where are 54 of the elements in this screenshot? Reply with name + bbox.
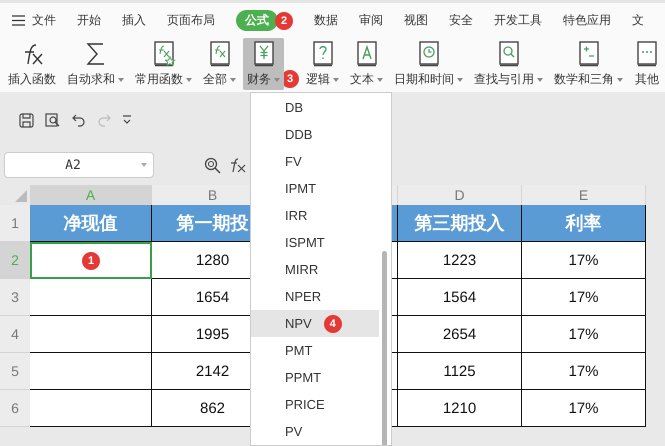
ribbon-button[interactable]: 查找与引用 [470,38,547,90]
ribbon-button[interactable]: 常用函数 [131,38,196,90]
table-cell[interactable]: 1564 [398,279,522,316]
step-badge: 2 [275,12,293,30]
table-cell[interactable] [30,279,152,316]
table-cell[interactable]: 1125 [398,353,522,390]
ribbon-button[interactable]: 其他 [630,38,664,90]
table-cell[interactable]: 17% [522,279,646,316]
step-badge: 1 [82,252,100,270]
zoom-icon[interactable] [204,156,221,174]
table-cell[interactable] [30,390,152,427]
print-preview-icon[interactable] [45,112,61,128]
caret-icon [141,163,147,167]
ribbon-button[interactable]: 全部 [199,38,240,90]
menu-tab[interactable]: 审阅 [359,10,383,31]
table-cell[interactable]: 17% [522,316,646,353]
name-box[interactable]: A2 [4,152,154,178]
function-menu-item[interactable]: NPV 4 [251,310,379,337]
menu-tab[interactable]: 文件 [32,10,56,31]
table-cell[interactable]: 2654 [398,316,522,353]
table-cell[interactable] [30,316,152,353]
undo-icon[interactable] [72,113,86,127]
menu-icon[interactable] [12,15,25,26]
table-cell[interactable] [30,353,152,390]
table-cell[interactable]: 17% [522,242,646,279]
save-icon[interactable] [19,112,34,128]
menu-tab[interactable]: 数据 [314,10,338,31]
step-badge: 4 [324,314,342,332]
scrollbar[interactable] [382,251,387,445]
function-menu-item[interactable]: FV [251,148,379,175]
customize-icon[interactable] [122,115,132,125]
menu-tab[interactable]: 开始 [77,10,101,31]
menu-tab[interactable]: 文 [632,10,644,31]
ribbon-button[interactable]: 财务 [243,38,284,90]
table-cell[interactable]: 1223 [398,242,522,279]
menu-tab[interactable]: 插入 [122,10,146,31]
function-menu-item[interactable]: DDB [251,121,379,148]
menu-tab[interactable]: 视图 [404,10,428,31]
ribbon-button[interactable]: 自动求和 [63,38,128,90]
ribbon-button[interactable]: 文本 [346,38,387,90]
table-cell[interactable]: 1210 [398,390,522,427]
ribbon-button[interactable]: 数学和三角 [550,38,627,90]
table-cell[interactable]: 1 [30,242,152,279]
menu-tab[interactable]: 安全 [449,10,473,31]
menu-tab[interactable]: 特色应用 [563,10,611,31]
menu-tab[interactable]: 开发工具 [494,10,542,31]
ribbon-button[interactable]: 逻辑 [302,38,343,90]
ribbon-button[interactable]: 日期和时间 [390,38,467,90]
ribbon-button[interactable]: 插入函数 [4,38,60,90]
fx-icon[interactable] [229,157,247,173]
table-cell[interactable]: 17% [522,353,646,390]
function-menu-item[interactable]: DB [251,94,379,121]
menu-tab[interactable]: 页面布局 [167,10,215,31]
table-cell[interactable]: 17% [522,390,646,427]
